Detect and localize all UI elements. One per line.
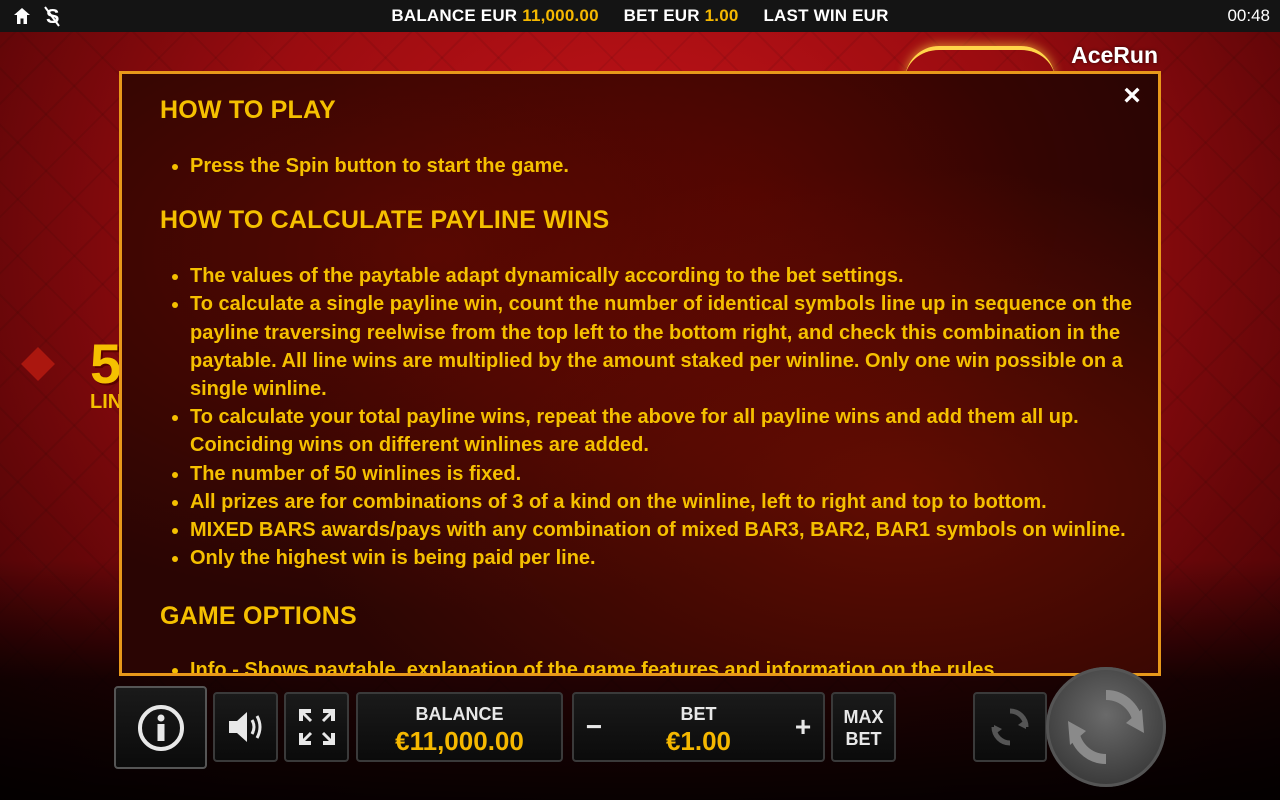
max-bet-button[interactable]: MAX BET <box>831 692 896 762</box>
balance-display: BALANCE €11,000.00 <box>356 692 563 762</box>
top-bet-value: 1.00 <box>704 6 739 25</box>
top-balance-value: 11,000.00 <box>522 6 599 25</box>
spin-button[interactable] <box>1046 667 1166 787</box>
bullet-list: Info - Shows paytable, explanation of th… <box>160 656 1135 673</box>
section-heading: GAME OPTIONS <box>160 602 357 631</box>
top-balance-label: BALANCE EUR <box>391 6 518 25</box>
top-stats: BALANCE EUR 11,000.00 BET EUR 1.00 LAST … <box>0 6 1280 26</box>
list-item: All prizes are for combinations of 3 of … <box>190 488 1135 516</box>
balance-value: €11,000.00 <box>395 726 524 756</box>
section-heading: HOW TO PLAY <box>160 96 336 124</box>
spin-icon <box>1068 690 1144 764</box>
help-panel[interactable]: × HOW TO PLAY Press the Spin button to s… <box>119 71 1161 676</box>
top-bet: BET EUR 1.00 <box>624 6 739 26</box>
help-content: HOW TO PLAY Press the Spin button to sta… <box>160 94 1135 673</box>
bet-increase-button[interactable]: + <box>791 713 815 741</box>
sound-button[interactable] <box>213 692 278 762</box>
balance-label: BALANCE <box>415 704 504 724</box>
brand-logo: AceRun <box>1071 42 1158 68</box>
bet-label: BET <box>680 704 717 724</box>
bet-value: €1.00 <box>665 726 732 756</box>
bet-selector: − BET €1.00 + <box>572 692 825 762</box>
lines-label: LIN <box>90 391 123 413</box>
info-button[interactable] <box>114 686 207 769</box>
info-icon <box>137 704 184 751</box>
top-balance: BALANCE EUR 11,000.00 <box>391 6 598 26</box>
bullet-list: The values of the paytable adapt dynamic… <box>160 262 1135 572</box>
top-bet-label: BET EUR <box>623 6 700 25</box>
clock: 00:48 <box>1227 6 1270 25</box>
speaker-icon <box>228 712 261 742</box>
top-status-bar: S BALANCE EUR 11,000.00 BET EUR 1.00 LAS… <box>0 0 1280 32</box>
bet-decrease-button[interactable]: − <box>582 713 606 741</box>
list-item: Info - Shows paytable, explanation of th… <box>190 656 1135 673</box>
top-lastwin-label: LAST WIN EUR <box>763 6 889 25</box>
top-lastwin: LAST WIN EUR <box>763 6 888 26</box>
bullet-list: Press the Spin button to start the game. <box>160 152 1135 180</box>
list-item: MIXED BARS awards/pays with any combinat… <box>190 516 1135 544</box>
list-item: The number of 50 winlines is fixed. <box>190 460 1135 488</box>
fullscreen-button[interactable] <box>284 692 349 762</box>
lines-number: 5 <box>90 332 122 395</box>
section-heading: HOW TO CALCULATE PAYLINE WINS <box>160 206 610 235</box>
list-item: Press the Spin button to start the game. <box>190 152 1135 180</box>
max-bet-label: MAX BET <box>843 707 884 749</box>
list-item: Only the highest win is being paid per l… <box>190 544 1135 572</box>
autoplay-icon <box>991 708 1029 746</box>
list-item: The values of the paytable adapt dynamic… <box>190 262 1135 290</box>
fullscreen-icon <box>298 709 335 745</box>
list-item: To calculate a single payline win, count… <box>190 290 1135 403</box>
lines-badge: 5 LIN <box>90 332 123 413</box>
list-item: To calculate your total payline wins, re… <box>190 403 1135 459</box>
autoplay-button[interactable] <box>973 692 1047 762</box>
